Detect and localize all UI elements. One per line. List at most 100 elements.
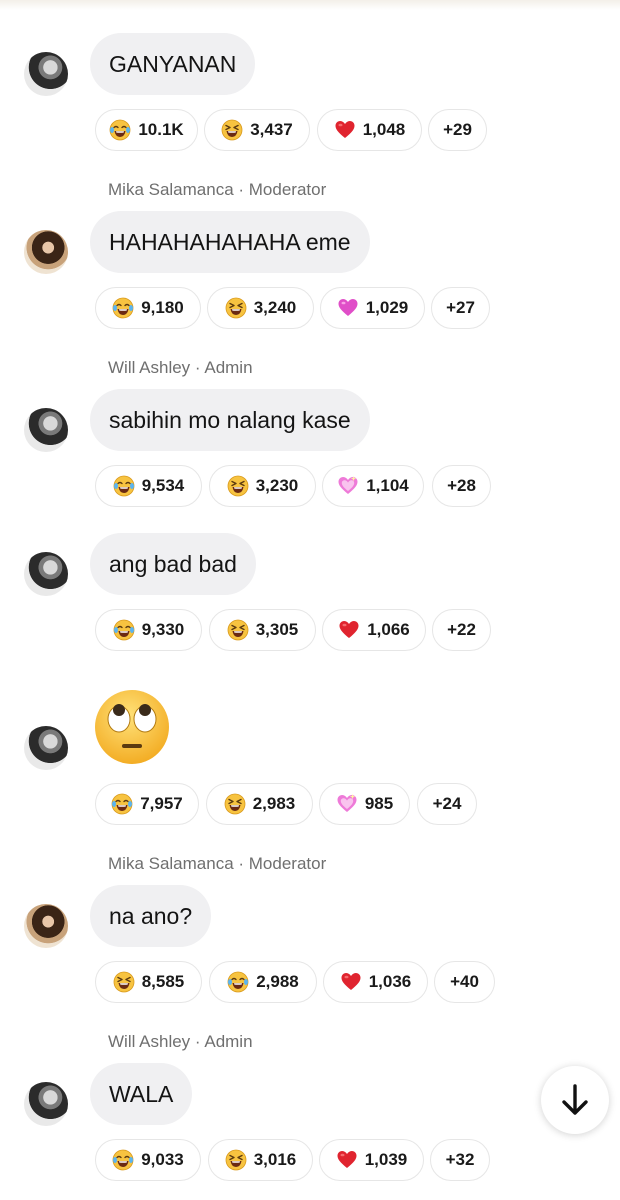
avatar[interactable]: [24, 408, 68, 452]
reaction-pill[interactable]: 1,104: [322, 465, 424, 507]
more-reactions-pill[interactable]: +40: [434, 961, 495, 1003]
sender-label: Mika Salamanca · Moderator: [108, 180, 327, 199]
reaction-count: 3,437: [250, 120, 293, 139]
message-text: HAHAHAHAHAHA eme: [109, 228, 351, 255]
grinning-squint-icon: [224, 793, 246, 815]
laughing-tears-icon: [112, 1149, 134, 1171]
laughing-tears-icon: [112, 297, 134, 319]
grinning-squint-icon: [113, 971, 135, 993]
avatar[interactable]: [24, 1082, 68, 1126]
more-reactions-pill[interactable]: +22: [432, 609, 491, 651]
reaction-count: 3,240: [253, 298, 297, 317]
message-text: na ano?: [109, 902, 193, 929]
reaction-pill[interactable]: 7,957: [95, 783, 199, 825]
reaction-pill[interactable]: 3,240: [207, 287, 314, 329]
red-heart-icon: [336, 1149, 358, 1171]
red-heart-icon: [340, 971, 362, 993]
reaction-count: 1,039: [364, 1150, 408, 1169]
grinning-squint-icon: [227, 619, 249, 641]
message-bubble[interactable]: ang bad bad: [90, 533, 256, 595]
reaction-pill[interactable]: 1,029: [320, 287, 425, 329]
reaction-count: +32: [445, 1150, 475, 1169]
reaction-pill[interactable]: 9,180: [95, 287, 201, 329]
reaction-pill[interactable]: 9,033: [95, 1139, 201, 1181]
more-reactions-pill[interactable]: +27: [431, 287, 490, 329]
reaction-pill[interactable]: 9,534: [95, 465, 202, 507]
reaction-count: 1,048: [362, 120, 406, 139]
more-reactions-pill[interactable]: +28: [432, 465, 491, 507]
scroll-to-bottom-button[interactable]: [541, 1066, 609, 1134]
pink-heart-icon: [337, 297, 359, 319]
grinning-squint-icon: [221, 119, 243, 141]
reaction-pill[interactable]: 3,230: [209, 465, 316, 507]
sparkling-heart-icon: [337, 475, 359, 497]
reaction-count: +28: [447, 476, 476, 495]
reaction-count: +24: [432, 794, 462, 813]
avatar[interactable]: [24, 230, 68, 274]
more-reactions-pill[interactable]: +32: [430, 1139, 490, 1181]
message-bubble[interactable]: sabihin mo nalang kase: [90, 389, 370, 451]
reaction-count: 9,033: [141, 1150, 184, 1169]
reaction-count: 1,029: [365, 298, 409, 317]
eye-roll-emoji-icon[interactable]: [93, 688, 171, 766]
reaction-pill[interactable]: 985: [319, 783, 410, 825]
reaction-pill[interactable]: 2,988: [209, 961, 317, 1003]
reaction-pill[interactable]: 1,048: [317, 109, 422, 151]
message-text: WALA: [109, 1080, 174, 1107]
more-reactions-pill[interactable]: +24: [417, 783, 477, 825]
avatar[interactable]: [24, 552, 68, 596]
grinning-squint-icon: [225, 1149, 247, 1171]
laughing-tears-icon: [227, 971, 249, 993]
reaction-count: 9,180: [141, 298, 184, 317]
red-heart-icon: [334, 119, 356, 141]
message-bubble[interactable]: GANYANAN: [90, 33, 256, 95]
reaction-pill[interactable]: 8,585: [95, 961, 202, 1003]
reaction-count: 7,957: [140, 794, 183, 813]
reaction-pill[interactable]: 1,039: [319, 1139, 424, 1181]
red-heart-icon: [338, 619, 360, 641]
reaction-pill[interactable]: 9,330: [95, 609, 202, 651]
reaction-pill[interactable]: 3,437: [204, 109, 310, 151]
message-bubble[interactable]: na ano?: [90, 885, 212, 947]
reaction-pill[interactable]: 2,983: [206, 783, 313, 825]
reaction-count: +40: [450, 972, 479, 991]
reaction-count: 3,016: [253, 1150, 297, 1169]
message-text: GANYANAN: [109, 50, 237, 77]
reaction-pill[interactable]: 3,305: [209, 609, 316, 651]
reaction-count: 9,330: [141, 620, 185, 639]
reaction-count: 2,983: [252, 794, 296, 813]
avatar[interactable]: [24, 904, 68, 948]
reaction-count: 985: [364, 794, 394, 813]
reaction-count: +29: [443, 120, 472, 139]
sender-label: Will Ashley · Admin: [108, 358, 253, 377]
reaction-count: 1,036: [368, 972, 412, 991]
sender-label: Will Ashley · Admin: [108, 1032, 253, 1051]
reaction-pill[interactable]: 10.1K: [95, 109, 198, 151]
grinning-squint-icon: [225, 297, 247, 319]
reaction-pill[interactable]: 1,036: [323, 961, 428, 1003]
message-text: ang bad bad: [109, 550, 237, 577]
message-bubble[interactable]: HAHAHAHAHAHA eme: [90, 211, 370, 273]
reaction-count: 1,104: [366, 476, 409, 495]
reaction-pill[interactable]: 3,016: [208, 1139, 313, 1181]
more-reactions-pill[interactable]: +29: [428, 109, 487, 151]
grinning-squint-icon: [227, 475, 249, 497]
arrow-down-icon: [562, 1084, 588, 1115]
laughing-tears-icon: [113, 475, 135, 497]
reaction-count: 2,988: [256, 972, 299, 991]
sender-label: Mika Salamanca · Moderator: [108, 854, 327, 873]
message-bubble[interactable]: WALA: [90, 1063, 193, 1125]
reaction-count: 3,230: [255, 476, 299, 495]
laughing-tears-icon: [109, 119, 131, 141]
reaction-count: 3,305: [255, 620, 299, 639]
top-fade: [0, 0, 620, 10]
laughing-tears-icon: [113, 619, 135, 641]
laughing-tears-icon: [111, 793, 133, 815]
avatar[interactable]: [24, 52, 68, 96]
message-text: sabihin mo nalang kase: [109, 406, 351, 433]
reaction-pill[interactable]: 1,066: [322, 609, 426, 651]
avatar[interactable]: [24, 726, 68, 770]
reaction-count: 9,534: [141, 476, 185, 495]
sparkling-heart-icon: [336, 793, 358, 815]
reaction-count: 10.1K: [138, 120, 184, 139]
